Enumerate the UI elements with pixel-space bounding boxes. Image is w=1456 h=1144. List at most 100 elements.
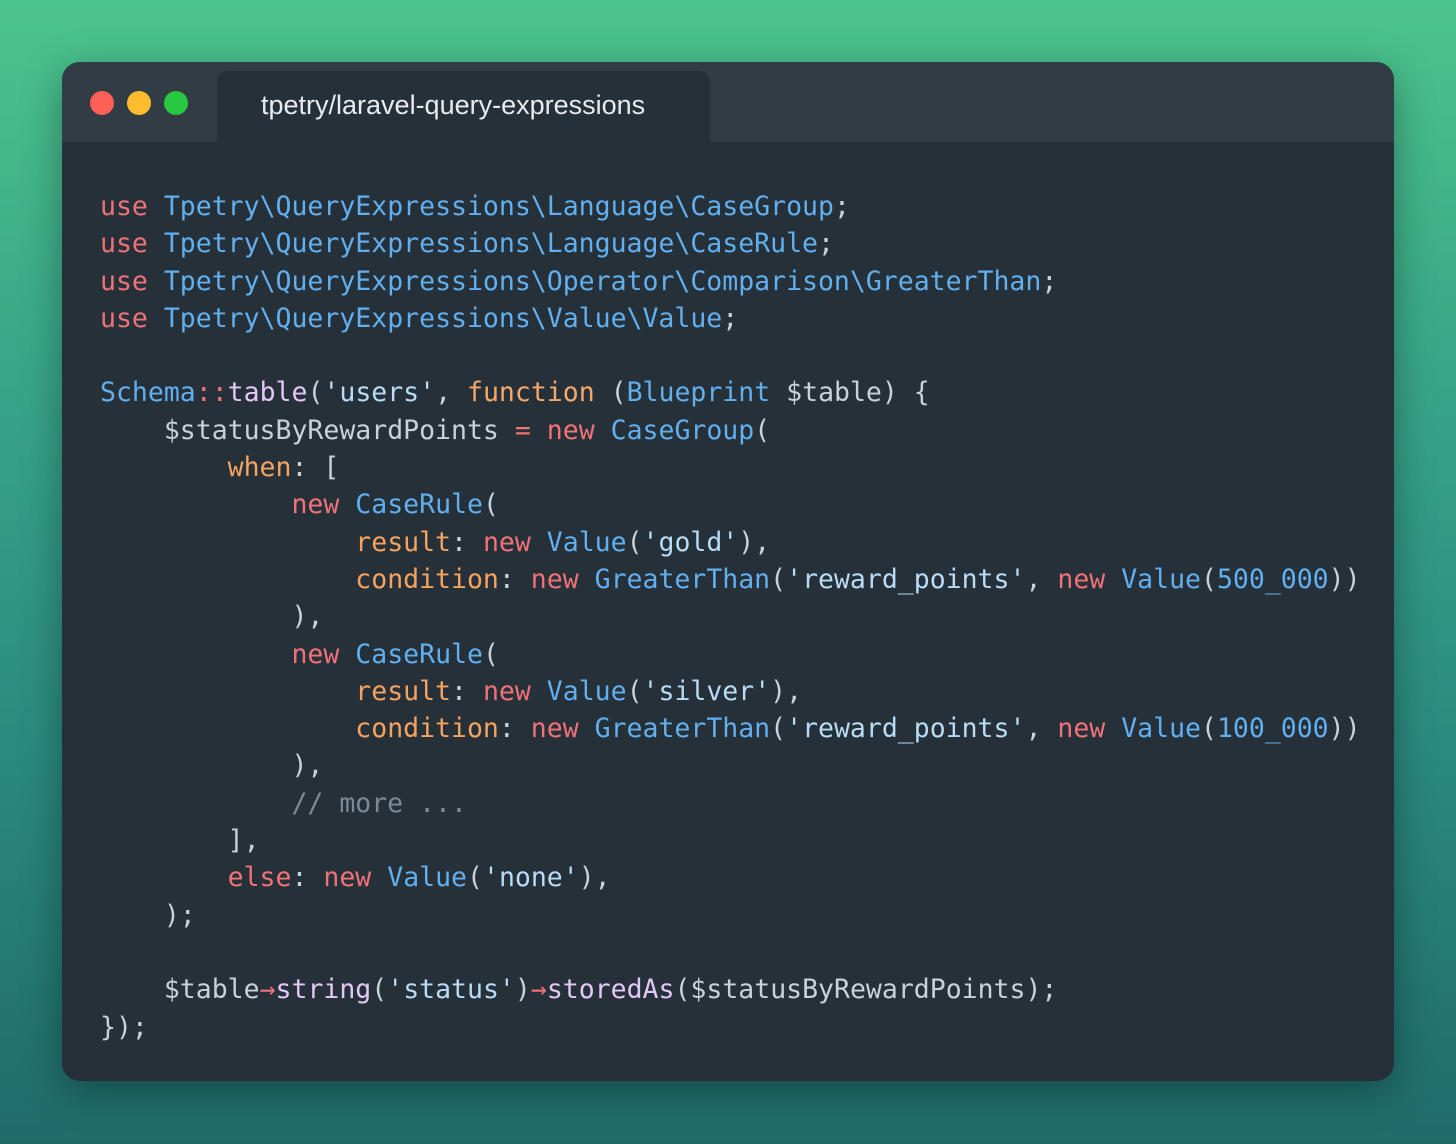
code-token-punct: ), bbox=[770, 675, 803, 707]
code-token-keyword: use bbox=[100, 228, 148, 260]
code-token-keyword: new bbox=[291, 638, 340, 670]
code-token-method: string bbox=[275, 974, 372, 1006]
code-token-string: 'reward_points' bbox=[786, 563, 1026, 595]
code-token-operator: = bbox=[514, 414, 531, 446]
code-token-class: Value bbox=[1121, 563, 1201, 595]
code-token-named: condition bbox=[355, 563, 499, 595]
code-token-punct: : [ bbox=[291, 452, 340, 484]
code-token-punct: ( bbox=[371, 974, 388, 1006]
code-line: }); bbox=[100, 1009, 1361, 1046]
code-token-operator: → bbox=[259, 974, 276, 1006]
code-token-class: CaseGroup bbox=[610, 414, 755, 446]
code-token-punct: )) bbox=[1328, 713, 1361, 745]
code-line: use Tpetry\QueryExpressions\Value\Value; bbox=[100, 300, 1361, 337]
code-token-punct: ) { bbox=[881, 377, 930, 409]
code-token-string: 'none' bbox=[482, 862, 579, 894]
code-token-punct: ( bbox=[754, 414, 771, 446]
code-token-named: when bbox=[227, 452, 292, 484]
maximize-button[interactable] bbox=[164, 91, 188, 115]
code-token-string: 'reward_points' bbox=[786, 713, 1026, 745]
code-token-operator: → bbox=[530, 974, 547, 1006]
code-token-punct: }); bbox=[100, 1011, 148, 1043]
code-line: condition: new GreaterThan('reward_point… bbox=[100, 710, 1361, 747]
code-token-punct: ( bbox=[626, 675, 643, 707]
code-line: $table→string('status')→storedAs($status… bbox=[100, 971, 1361, 1008]
code-line: Schema::table('users', function (Bluepri… bbox=[100, 374, 1361, 411]
code-token-keyword: new bbox=[1057, 563, 1106, 595]
code-token-class: Blueprint bbox=[626, 377, 771, 409]
code-token-named: result bbox=[355, 675, 452, 707]
code-token-func: function bbox=[467, 377, 595, 409]
minimize-button[interactable] bbox=[127, 91, 151, 115]
code-line: $statusByRewardPoints = new CaseGroup( bbox=[100, 412, 1361, 449]
code-line: when: [ bbox=[100, 449, 1361, 486]
code-token-named: result bbox=[355, 526, 452, 558]
code-line: condition: new GreaterThan('reward_point… bbox=[100, 561, 1360, 598]
title-bar: tpetry/laravel-query-expressions bbox=[62, 62, 1394, 142]
code-token-string: 'status' bbox=[387, 974, 515, 1006]
code-token-keyword: use bbox=[100, 191, 148, 222]
code-line: new CaseRule( bbox=[100, 636, 1361, 673]
code-token-punct: : bbox=[498, 713, 531, 745]
code-editor[interactable]: use Tpetry\QueryExpressions\Language\Cas… bbox=[100, 188, 1361, 1046]
tab-file[interactable]: tpetry/laravel-query-expressions bbox=[217, 71, 710, 142]
code-token-punct: ( bbox=[770, 563, 787, 595]
code-token-punct: ); bbox=[1025, 974, 1058, 1006]
close-button[interactable] bbox=[90, 91, 114, 115]
code-token-punct: ( bbox=[307, 377, 324, 409]
code-token-punct: ; bbox=[722, 302, 739, 334]
code-token-keyword: new bbox=[482, 526, 531, 558]
code-token-punct: ( bbox=[482, 638, 499, 670]
code-token-punct: ( bbox=[626, 526, 643, 558]
code-token-punct: , bbox=[1025, 563, 1058, 595]
code-line: else: new Value('none'), bbox=[100, 859, 1361, 896]
code-line: result: new Value('gold'), bbox=[100, 524, 1361, 561]
code-token-keyword: new bbox=[530, 563, 579, 595]
code-token-punct: ( bbox=[1200, 713, 1217, 745]
tab-title: tpetry/laravel-query-expressions bbox=[261, 90, 646, 120]
code-token-var: $statusByRewardPoints bbox=[690, 974, 1026, 1006]
code-token-method: table bbox=[227, 377, 308, 409]
code-token-comment: // more ... bbox=[291, 787, 467, 819]
code-token-punct: ; bbox=[833, 191, 850, 222]
code-token-keyword: use bbox=[100, 302, 148, 334]
code-token-operator: :: bbox=[195, 377, 228, 409]
code-token-punct: ), bbox=[738, 526, 771, 558]
code-token-class: Tpetry\QueryExpressions\Language\CaseRul… bbox=[163, 228, 818, 260]
code-token-class: Value bbox=[1121, 713, 1201, 745]
code-token-class: CaseRule bbox=[355, 638, 483, 670]
code-token-method: storedAs bbox=[546, 974, 675, 1006]
code-token-keyword: new bbox=[1057, 713, 1106, 745]
code-token-punct: ) bbox=[514, 974, 531, 1006]
code-token-named: condition bbox=[355, 713, 499, 745]
code-token-string: 'silver' bbox=[642, 675, 771, 707]
code-token-class: Value bbox=[387, 862, 468, 894]
code-token-number: 500_000 bbox=[1216, 563, 1329, 595]
code-token-var: $table bbox=[786, 377, 882, 409]
code-token-number: 100_000 bbox=[1216, 713, 1329, 745]
editor-window: tpetry/laravel-query-expressions use Tpe… bbox=[62, 62, 1394, 1081]
code-token-class: Tpetry\QueryExpressions\Value\Value bbox=[163, 302, 723, 334]
code-token-keyword: new bbox=[482, 675, 531, 707]
